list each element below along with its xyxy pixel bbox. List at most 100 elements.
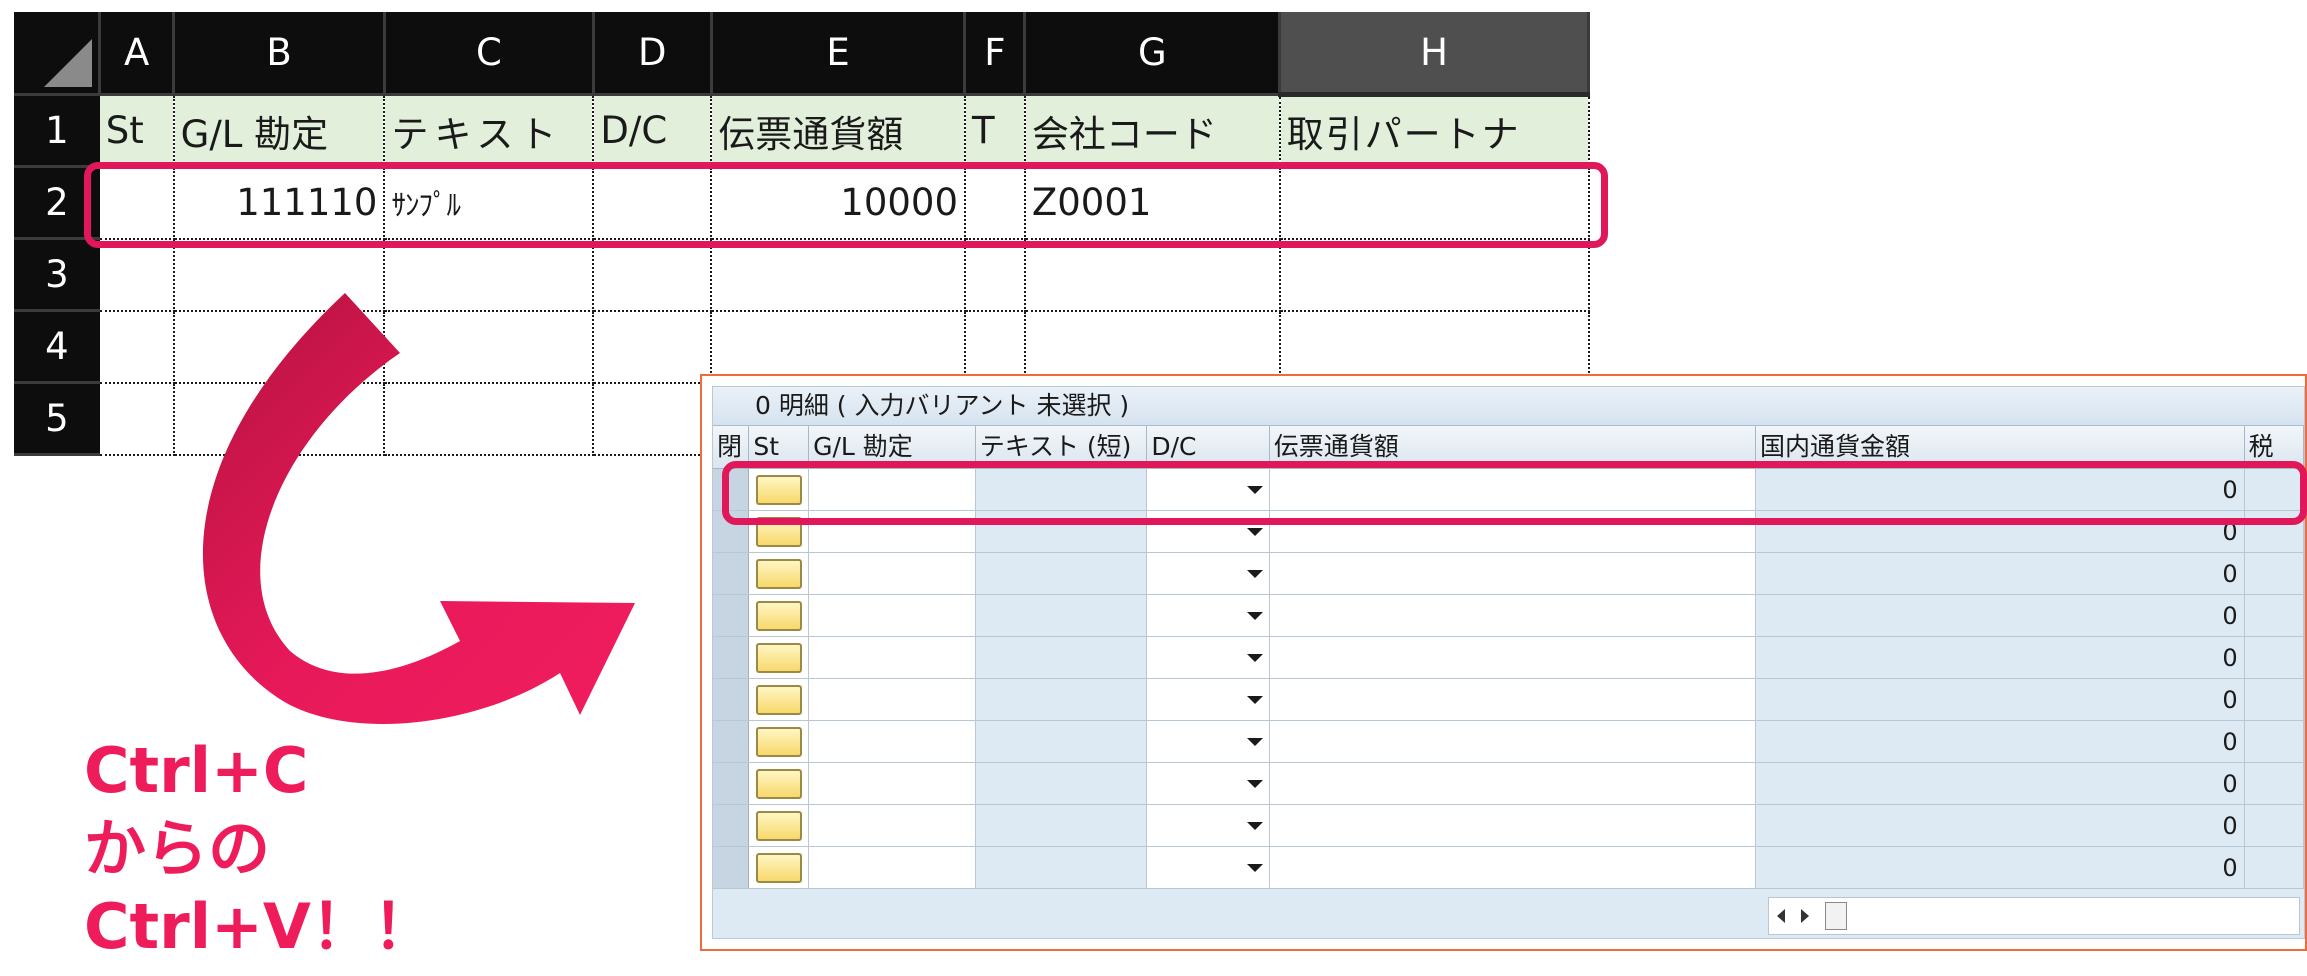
cell-a1[interactable]: St [99,94,175,168]
short-text-input[interactable] [975,720,1148,763]
doc-amount-input[interactable] [1269,846,1756,889]
dropdown-arrow-icon[interactable] [1246,779,1263,788]
cell-f1[interactable]: T [964,94,1026,168]
gl-account-input[interactable] [808,552,976,595]
status-cell[interactable] [748,804,810,847]
status-button[interactable] [755,684,802,715]
cell-e1[interactable]: 伝票通貨額 [711,94,966,168]
dc-select[interactable] [1146,678,1270,721]
doc-amount-input[interactable] [1269,678,1756,721]
row-selector[interactable] [713,636,750,679]
dropdown-arrow-icon[interactable] [1246,611,1263,620]
row-selector[interactable] [713,846,750,889]
doc-amount-input[interactable] [1269,804,1756,847]
dropdown-arrow-icon[interactable] [1246,569,1263,578]
gl-account-input[interactable] [808,594,976,637]
doc-amount-input[interactable] [1269,762,1756,805]
status-cell[interactable] [748,846,810,889]
short-text-input[interactable] [975,804,1148,847]
cell-g1[interactable]: 会社コード [1024,94,1281,168]
row-selector[interactable] [713,678,750,721]
status-cell[interactable] [748,636,810,679]
cell-d1[interactable]: D/C [593,94,713,168]
status-button[interactable] [755,768,802,799]
column-header-d[interactable]: D [593,12,713,96]
tax-cell[interactable] [2244,804,2304,847]
dropdown-arrow-icon[interactable] [1246,653,1263,662]
scroll-right-icon[interactable] [1801,909,1809,923]
empty-cell[interactable] [1024,310,1281,384]
column-header-a[interactable]: A [99,12,176,96]
dropdown-arrow-icon[interactable] [1246,821,1263,830]
doc-amount-input[interactable] [1269,720,1756,763]
row-header-3[interactable]: 3 [14,238,100,312]
column-header-c[interactable]: C [384,12,595,96]
doc-amount-input[interactable] [1269,636,1756,679]
column-header-g[interactable]: G [1024,12,1282,96]
doc-amount-input[interactable] [1269,594,1756,637]
row-selector[interactable] [713,594,750,637]
tax-cell[interactable] [2244,720,2304,763]
gl-account-input[interactable] [808,678,976,721]
dropdown-arrow-icon[interactable] [1246,695,1263,704]
cell-h1[interactable]: 取引パートナ [1279,94,1590,168]
row-selector[interactable] [713,720,750,763]
scroll-thumb[interactable] [1825,902,1847,930]
tax-cell[interactable] [2244,678,2304,721]
empty-cell[interactable] [964,310,1026,384]
empty-cell[interactable] [711,238,966,312]
gl-account-input[interactable] [808,846,976,889]
status-cell[interactable] [748,594,810,637]
status-button[interactable] [755,642,802,673]
column-header-b[interactable]: B [173,12,386,96]
empty-cell[interactable] [1024,238,1281,312]
cell-c1[interactable]: テキスト [384,94,595,168]
short-text-input[interactable] [975,846,1148,889]
status-button[interactable] [755,600,802,631]
short-text-input[interactable] [975,762,1148,805]
dc-select[interactable] [1146,720,1270,763]
row-header-1[interactable]: 1 [14,94,100,168]
status-cell[interactable] [748,678,810,721]
dropdown-arrow-icon[interactable] [1246,863,1263,872]
tax-cell[interactable] [2244,636,2304,679]
dropdown-arrow-icon[interactable] [1246,737,1263,746]
empty-cell[interactable] [964,238,1026,312]
status-button[interactable] [755,558,802,589]
dc-select[interactable] [1146,804,1270,847]
status-button[interactable] [755,810,802,841]
dc-select[interactable] [1146,636,1270,679]
tax-cell[interactable] [2244,846,2304,889]
empty-cell[interactable] [1279,238,1590,312]
short-text-input[interactable] [975,594,1148,637]
row-selector[interactable] [713,552,750,595]
row-selector[interactable] [713,804,750,847]
empty-cell[interactable] [711,310,966,384]
status-cell[interactable] [748,552,810,595]
dropdown-arrow-icon[interactable] [1246,527,1263,536]
column-header-e[interactable]: E [711,12,967,96]
column-header-h[interactable]: H [1279,12,1590,97]
gl-account-input[interactable] [808,636,976,679]
short-text-input[interactable] [975,636,1148,679]
tax-cell[interactable] [2244,552,2304,595]
status-button[interactable] [755,726,802,757]
doc-amount-input[interactable] [1269,552,1756,595]
select-all-corner[interactable] [14,12,102,96]
status-cell[interactable] [748,720,810,763]
status-cell[interactable] [748,762,810,805]
dc-select[interactable] [1146,552,1270,595]
row-header-4[interactable]: 4 [14,310,100,384]
status-button[interactable] [755,852,802,883]
short-text-input[interactable] [975,678,1148,721]
cell-b1[interactable]: G/L 勘定 [173,94,386,168]
dc-select[interactable] [1146,762,1270,805]
gl-account-input[interactable] [808,762,976,805]
column-header-f[interactable]: F [964,12,1027,96]
gl-account-input[interactable] [808,720,976,763]
row-selector[interactable] [713,762,750,805]
tax-cell[interactable] [2244,594,2304,637]
scroll-left-icon[interactable] [1777,909,1785,923]
gl-account-input[interactable] [808,804,976,847]
short-text-input[interactable] [975,552,1148,595]
